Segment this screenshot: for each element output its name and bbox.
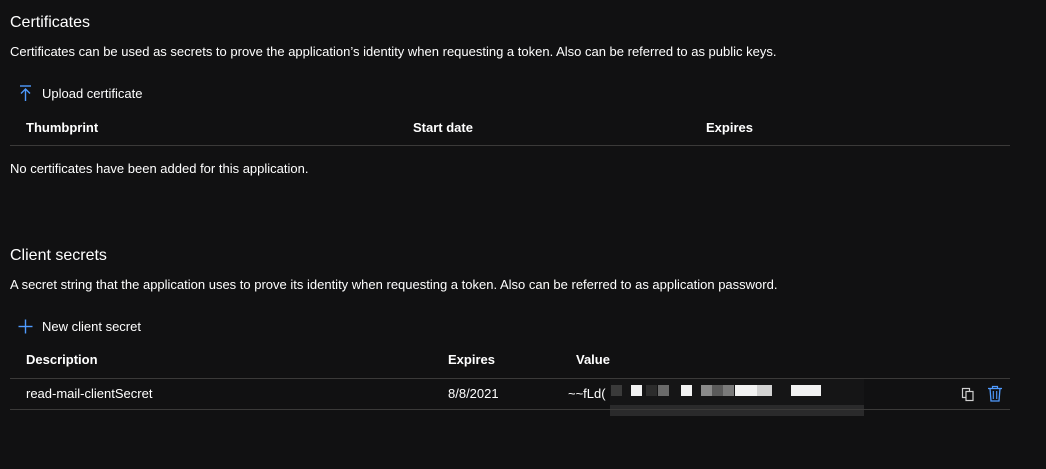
column-header-description[interactable]: Description bbox=[26, 352, 98, 368]
new-client-secret-button[interactable]: New client secret bbox=[18, 315, 141, 337]
plus-icon bbox=[18, 319, 33, 334]
upload-certificate-button[interactable]: Upload certificate bbox=[18, 82, 142, 104]
column-header-value[interactable]: Value bbox=[576, 352, 610, 368]
secret-value-cell: ~~fLd( bbox=[568, 386, 606, 401]
app-registration-certificates-secrets-page: Certificates Certificates can be used as… bbox=[0, 0, 1046, 469]
certificates-header-divider bbox=[10, 145, 1010, 146]
column-header-secret-expires[interactable]: Expires bbox=[448, 352, 495, 368]
upload-arrow-icon bbox=[18, 84, 33, 102]
certificates-description: Certificates can be used as secrets to p… bbox=[10, 44, 777, 59]
copy-icon[interactable] bbox=[960, 386, 976, 402]
client-secrets-heading: Client secrets bbox=[10, 247, 107, 264]
column-header-expires[interactable]: Expires bbox=[706, 120, 753, 136]
column-header-start-date[interactable]: Start date bbox=[413, 120, 473, 136]
secret-description-cell: read-mail-clientSecret bbox=[26, 386, 153, 401]
secret-expires-cell: 8/8/2021 bbox=[448, 386, 499, 401]
column-header-thumbprint[interactable]: Thumbprint bbox=[26, 120, 98, 136]
trash-icon[interactable] bbox=[987, 385, 1003, 402]
client-secrets-description: A secret string that the application use… bbox=[10, 277, 778, 292]
certificates-empty-message: No certificates have been added for this… bbox=[10, 161, 309, 176]
upload-certificate-label: Upload certificate bbox=[42, 85, 143, 101]
new-client-secret-label: New client secret bbox=[42, 318, 141, 334]
certificates-heading: Certificates bbox=[10, 14, 91, 31]
secret-row-divider bbox=[10, 409, 1010, 410]
